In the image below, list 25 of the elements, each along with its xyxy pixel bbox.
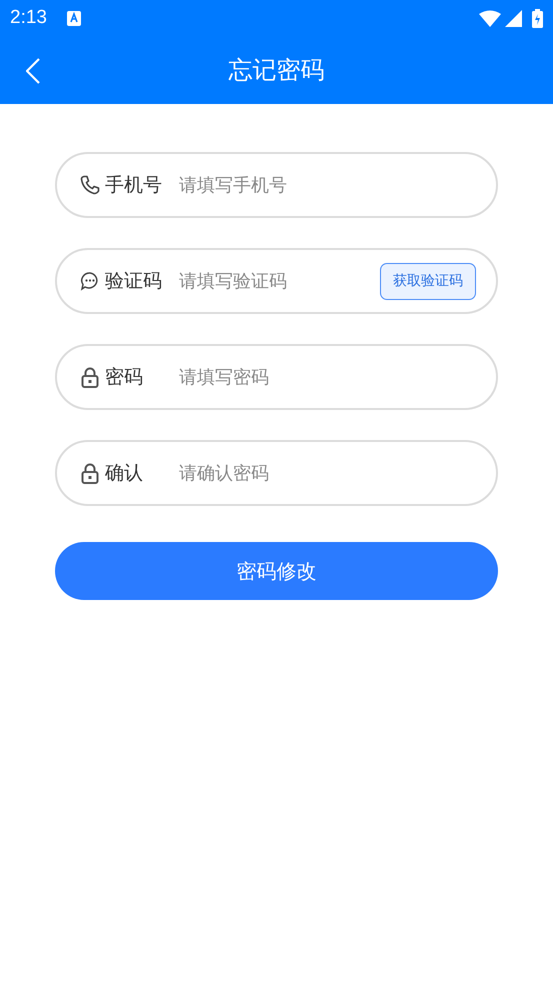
- text-input[interactable]: 请确认密码: [179, 460, 476, 486]
- input-field[interactable]: 手机号 请填写手机号: [55, 152, 498, 218]
- lock-icon: [81, 462, 99, 484]
- status-time: 2:13: [10, 6, 47, 30]
- lock-icon: [81, 366, 99, 388]
- text-input[interactable]: 请填写验证码: [179, 268, 380, 294]
- keyboard-icon: [66, 10, 81, 26]
- battery-icon: [532, 8, 543, 28]
- phone-icon: [80, 175, 100, 195]
- input-field[interactable]: 密码 请填写密码: [55, 344, 498, 410]
- signal-icon: [505, 10, 522, 26]
- page-title: 忘记密码: [228, 55, 324, 86]
- chat-bubble-icon: [80, 271, 100, 291]
- back-icon: [26, 58, 40, 84]
- field-label: 手机号: [105, 172, 163, 198]
- get-code-button[interactable]: 获取验证码: [380, 262, 476, 300]
- input-field[interactable]: 验证码 请填写验证码 获取验证码: [55, 248, 498, 314]
- field-label: 密码: [105, 364, 144, 390]
- wifi-icon: [479, 10, 501, 26]
- field-label: 验证码: [105, 268, 163, 294]
- text-input[interactable]: 请填写手机号: [179, 172, 476, 198]
- field-label: 确认: [105, 460, 144, 486]
- submit-button[interactable]: 密码修改: [55, 542, 498, 600]
- input-field[interactable]: 确认 请确认密码: [55, 440, 498, 506]
- text-input[interactable]: 请填写密码: [179, 364, 476, 390]
